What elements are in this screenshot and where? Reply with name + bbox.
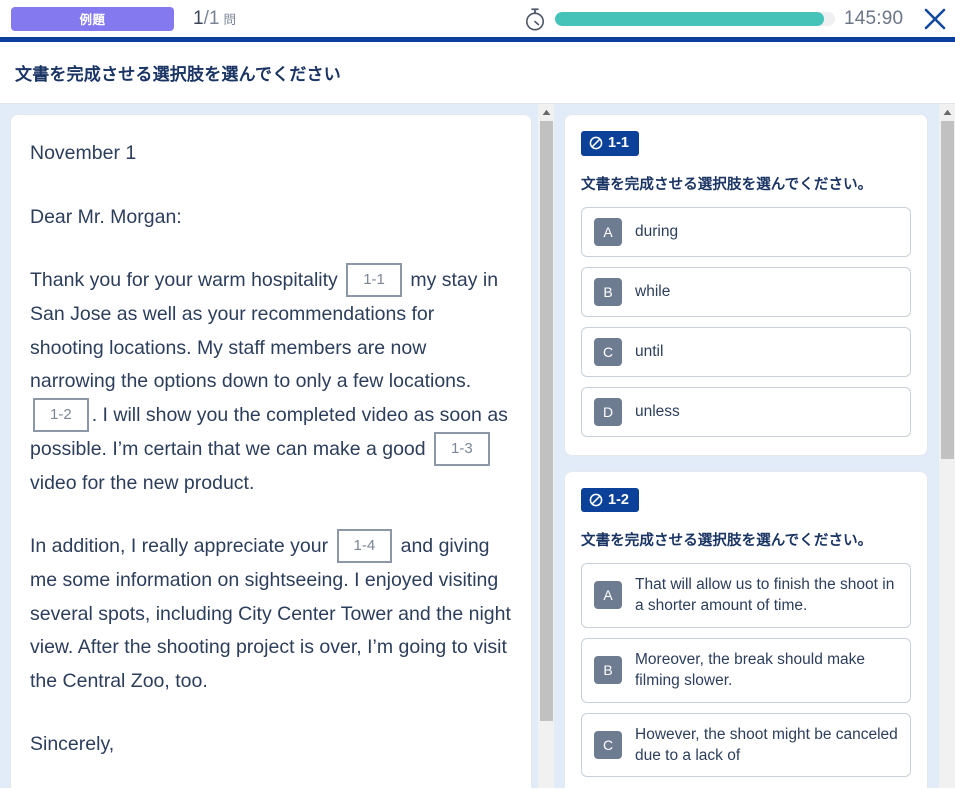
option-letter: A (594, 581, 622, 610)
document-pane: November 1 Dear Mr. Morgan: Thank you for … (0, 104, 554, 788)
option-letter: B (594, 277, 622, 306)
answer-option[interactable]: Cuntil (581, 326, 911, 377)
questions-pane: 1-1 文書を完成させる選択肢を選んでください。 Aduring Bwhile Cunt… (554, 104, 955, 788)
circle-slash-icon (589, 493, 603, 507)
section-header: 文書を完成させる選択肢を選んでください (0, 42, 955, 104)
option-text: unless (635, 402, 680, 420)
answer-option[interactable]: A That will allow us to finish the shoot … (581, 563, 911, 628)
option-letter: A (594, 217, 622, 246)
timer-value: 145:90 (844, 7, 904, 29)
question-number-label: 1-1 (608, 135, 629, 151)
question-number-badge: 1-2 (581, 487, 639, 512)
question-progress: 1 / 1 問 (193, 8, 236, 30)
option-letter: D (594, 397, 622, 426)
question-number-label: 1-2 (608, 491, 629, 508)
document-scrollbar[interactable] (538, 104, 554, 788)
timer-area: 145:90 (524, 0, 950, 37)
top-bar: 例題 1 / 1 問 145:90 (0, 0, 955, 37)
timer-progress-fill (555, 11, 824, 26)
blank-placeholder-1-2[interactable]: 1-2 (33, 397, 89, 432)
option-text: That will allow us to finish the shoot i… (635, 576, 895, 615)
scroll-up-arrow-icon[interactable] (939, 104, 955, 121)
document-paragraph: Sincerely, (30, 733, 115, 756)
option-text: while (635, 282, 671, 300)
page-title: 文書を完成させる選択肢を選んでください (15, 65, 341, 84)
close-icon[interactable] (920, 4, 950, 34)
questions-scrollbar[interactable] (939, 104, 955, 788)
question-prompt: 文書を完成させる選択肢を選んでください。 (581, 176, 873, 193)
progress-unit: 問 (223, 12, 236, 27)
timer-progress-bar (555, 11, 835, 26)
answer-option[interactable]: Aduring (581, 206, 911, 257)
document-paragraph: November 1 (30, 142, 137, 164)
document-scrollbar-thumb[interactable] (540, 121, 553, 721)
document-card: November 1 Dear Mr. Morgan: Thank you for … (11, 115, 531, 788)
question-card: 1-1 文書を完成させる選択肢を選んでください。 Aduring Bwhile Cunt… (565, 115, 927, 455)
circle-slash-icon (589, 136, 603, 150)
question-number-badge: 1-1 (581, 131, 639, 156)
blank-placeholder-1-3[interactable]: 1-3 (434, 431, 490, 466)
answer-option[interactable]: B Moreover, the break should make filming… (581, 637, 911, 703)
questions-scrollbar-thumb[interactable] (941, 121, 954, 459)
progress-current: 1 (193, 7, 204, 29)
question-card: 1-2 文書を完成させる選択肢を選んでください。 A That will allow … (565, 471, 927, 788)
blank-placeholder-1-1[interactable]: 1-1 (346, 263, 402, 298)
document-paragraph: Thank you for your warm hospitality 1-1 … (30, 263, 512, 500)
answer-option[interactable]: C However, the shoot might be canceled du… (581, 712, 911, 778)
option-text: However, the shoot might be canceled due… (635, 725, 898, 764)
progress-total: 1 (208, 7, 220, 29)
question-prompt: 文書を完成させる選択肢を選んでください。 (581, 533, 873, 549)
answer-option[interactable]: Bwhile (581, 266, 911, 317)
document-paragraph: In addition, I really appreciate your 1-… (30, 529, 512, 698)
option-text: Moreover, the break should make filming … (635, 650, 866, 690)
option-text: during (635, 222, 679, 240)
option-letter: C (594, 337, 622, 366)
questions-list: 1-1 文書を完成させる選択肢を選んでください。 Aduring Bwhile Cunt… (565, 115, 942, 788)
stopwatch-icon (524, 7, 546, 31)
scroll-up-arrow-icon[interactable] (538, 104, 554, 121)
blank-placeholder-1-4[interactable]: 1-4 (336, 529, 393, 564)
option-letter: B (594, 656, 622, 685)
option-text: until (635, 342, 664, 360)
document-paragraph: Dear Mr. Morgan: (30, 205, 182, 228)
mode-badge: 例題 (11, 6, 174, 31)
answer-option[interactable]: Dunless (581, 386, 911, 437)
content-area: November 1 Dear Mr. Morgan: Thank you for … (0, 104, 955, 788)
option-letter: C (594, 730, 622, 759)
